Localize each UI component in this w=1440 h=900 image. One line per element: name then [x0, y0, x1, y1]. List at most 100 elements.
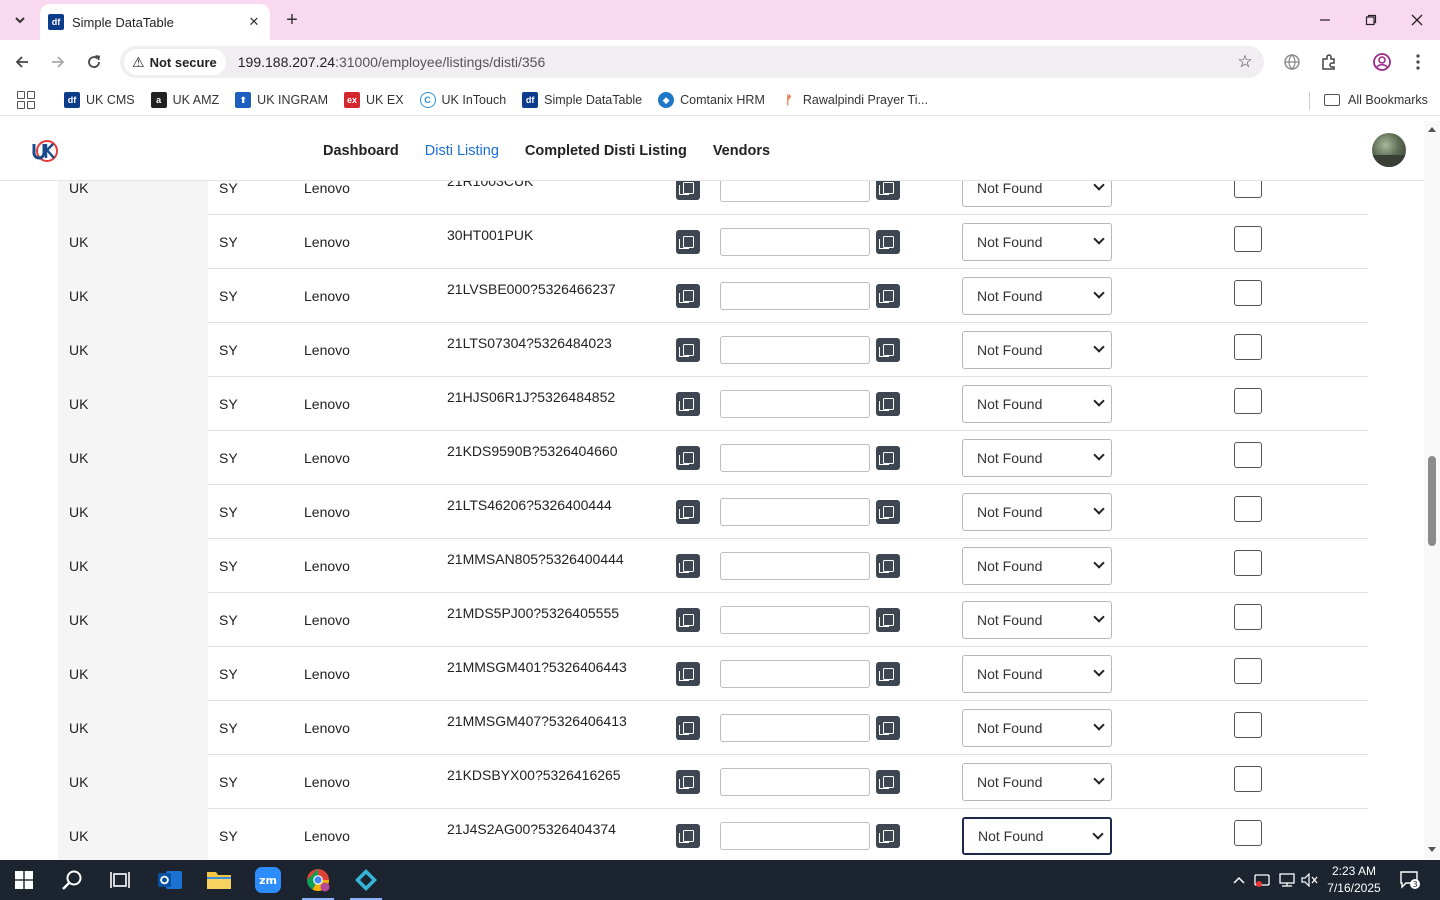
- close-window-button[interactable]: [1394, 0, 1440, 40]
- status-select[interactable]: Not Found: [962, 223, 1112, 261]
- bookmark-comtanix-hrm[interactable]: ◆ Comtanix HRM: [650, 87, 773, 113]
- tray-meet-now[interactable]: [1252, 860, 1274, 900]
- copy-part-button[interactable]: [676, 662, 700, 686]
- browser-menu-icon[interactable]: [1404, 48, 1432, 76]
- bookmark-rawalpindi-prayer[interactable]: ᚠ Rawalpindi Prayer Ti...: [773, 87, 936, 113]
- row-checkbox[interactable]: [1234, 388, 1262, 414]
- status-select[interactable]: Not Found: [962, 331, 1112, 369]
- nav-completed-disti-listing[interactable]: Completed Disti Listing: [512, 143, 700, 159]
- nav-dashboard[interactable]: Dashboard: [310, 143, 412, 159]
- status-select[interactable]: Not Found: [962, 601, 1112, 639]
- maximize-button[interactable]: [1348, 0, 1394, 40]
- copy-input-button[interactable]: [876, 446, 900, 470]
- copy-input-button[interactable]: [876, 824, 900, 848]
- taskbar-file-explorer[interactable]: [195, 860, 243, 900]
- notification-center[interactable]: 3: [1396, 860, 1424, 900]
- start-button[interactable]: [0, 860, 48, 900]
- profile-icon[interactable]: [1368, 48, 1396, 76]
- back-button[interactable]: [8, 48, 36, 76]
- scroll-down-icon[interactable]: [1428, 847, 1436, 852]
- nav-disti-listing[interactable]: Disti Listing: [412, 143, 512, 159]
- status-select[interactable]: Not Found: [962, 817, 1112, 855]
- copy-input-button[interactable]: [876, 770, 900, 794]
- scroll-up-icon[interactable]: [1428, 127, 1436, 132]
- price-input[interactable]: [720, 822, 870, 850]
- task-view-button[interactable]: [96, 860, 144, 900]
- all-bookmarks-button[interactable]: All Bookmarks: [1324, 87, 1428, 113]
- status-select[interactable]: Not Found: [962, 709, 1112, 747]
- url-text[interactable]: 199.188.207.24:31000/employee/listings/d…: [238, 54, 1230, 70]
- bookmark-star-icon[interactable]: ☆: [1230, 47, 1260, 77]
- taskbar-zoom[interactable]: zm: [244, 860, 292, 900]
- price-input[interactable]: [720, 714, 870, 742]
- row-checkbox[interactable]: [1234, 496, 1262, 522]
- price-input[interactable]: [720, 282, 870, 310]
- bookmark-uk-amz[interactable]: a UK AMZ: [143, 87, 228, 113]
- status-select[interactable]: Not Found: [962, 277, 1112, 315]
- price-input[interactable]: [720, 228, 870, 256]
- taskbar-search-button[interactable]: [48, 860, 96, 900]
- user-avatar[interactable]: [1372, 133, 1406, 167]
- status-select[interactable]: Not Found: [962, 763, 1112, 801]
- copy-input-button[interactable]: [876, 608, 900, 632]
- forward-button[interactable]: [44, 48, 72, 76]
- copy-input-button[interactable]: [876, 392, 900, 416]
- status-select[interactable]: Not Found: [962, 655, 1112, 693]
- nav-vendors[interactable]: Vendors: [700, 143, 783, 159]
- price-input[interactable]: [720, 606, 870, 634]
- copy-input-button[interactable]: [876, 662, 900, 686]
- security-chip[interactable]: ⚠ Not secure: [124, 49, 226, 75]
- row-checkbox[interactable]: [1234, 712, 1262, 738]
- copy-input-button[interactable]: [876, 284, 900, 308]
- copy-part-button[interactable]: [676, 392, 700, 416]
- price-input[interactable]: [720, 444, 870, 472]
- minimize-button[interactable]: [1302, 0, 1348, 40]
- row-checkbox[interactable]: [1234, 820, 1262, 846]
- price-input[interactable]: [720, 336, 870, 364]
- price-input[interactable]: [720, 768, 870, 796]
- copy-input-button[interactable]: [876, 716, 900, 740]
- copy-part-button[interactable]: [676, 284, 700, 308]
- status-select[interactable]: Not Found: [962, 385, 1112, 423]
- bookmark-uk-ingram[interactable]: ⬆ UK INGRAM: [227, 87, 336, 113]
- copy-input-button[interactable]: [876, 500, 900, 524]
- extensions-puzzle-icon[interactable]: [1315, 48, 1343, 76]
- taskbar-chrome[interactable]: [294, 860, 342, 900]
- row-checkbox[interactable]: [1234, 658, 1262, 684]
- uk-logo-icon[interactable]: [32, 138, 60, 164]
- taskbar-app-diamond[interactable]: [342, 860, 390, 900]
- status-select[interactable]: Not Found: [962, 493, 1112, 531]
- price-input[interactable]: [720, 498, 870, 526]
- copy-part-button[interactable]: [676, 716, 700, 740]
- page-scrollbar[interactable]: [1424, 121, 1440, 860]
- address-bar[interactable]: ⚠ Not secure 199.188.207.24:31000/employ…: [120, 46, 1264, 78]
- copy-part-button[interactable]: [676, 500, 700, 524]
- bookmark-uk-cms[interactable]: df UK CMS: [56, 87, 143, 113]
- row-checkbox[interactable]: [1234, 334, 1262, 360]
- row-checkbox[interactable]: [1234, 550, 1262, 576]
- row-checkbox[interactable]: [1234, 280, 1262, 306]
- copy-part-button[interactable]: [676, 446, 700, 470]
- copy-part-button[interactable]: [676, 770, 700, 794]
- scroll-thumb[interactable]: [1428, 456, 1436, 546]
- price-input[interactable]: [720, 552, 870, 580]
- browser-tab-active[interactable]: df Simple DataTable ✕: [40, 4, 270, 40]
- row-checkbox[interactable]: [1234, 226, 1262, 252]
- bookmark-simple-datatable[interactable]: df Simple DataTable: [514, 87, 650, 113]
- translate-icon[interactable]: [1278, 48, 1306, 76]
- taskbar-clock[interactable]: 2:23 AM 7/16/2025: [1322, 863, 1386, 897]
- copy-part-button[interactable]: [676, 338, 700, 362]
- copy-part-button[interactable]: [676, 824, 700, 848]
- row-checkbox[interactable]: [1234, 604, 1262, 630]
- tab-search-button[interactable]: [6, 7, 34, 33]
- tray-network[interactable]: [1276, 860, 1298, 900]
- copy-part-button[interactable]: [676, 230, 700, 254]
- bookmark-uk-intouch[interactable]: C UK InTouch: [412, 87, 515, 113]
- copy-part-button[interactable]: [676, 554, 700, 578]
- status-select[interactable]: Not Found: [962, 439, 1112, 477]
- copy-input-button[interactable]: [876, 230, 900, 254]
- reload-button[interactable]: [80, 48, 108, 76]
- status-select[interactable]: Not Found: [962, 547, 1112, 585]
- copy-input-button[interactable]: [876, 338, 900, 362]
- price-input[interactable]: [720, 390, 870, 418]
